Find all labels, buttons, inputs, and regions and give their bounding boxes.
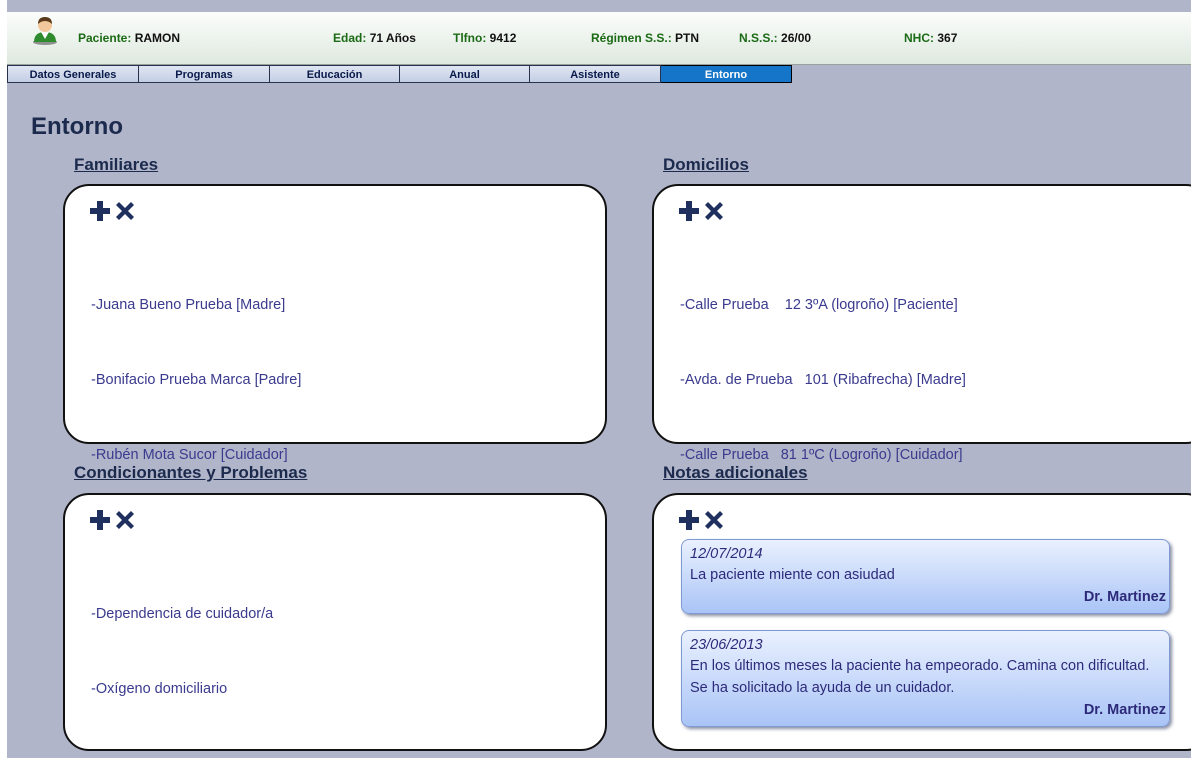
tab-anual[interactable]: Anual xyxy=(400,65,530,83)
age-field: Edad: 71 Años xyxy=(333,31,416,45)
tab-datos-generales[interactable]: Datos Generales xyxy=(7,65,139,83)
tab-asistente[interactable]: Asistente xyxy=(530,65,661,83)
tab-bar: Datos Generales Programas Educación Anua… xyxy=(7,65,792,84)
regime-field: Régimen S.S.: PTN xyxy=(591,31,699,45)
nhc-label: NHC: xyxy=(904,31,934,45)
plus-icon[interactable] xyxy=(678,509,700,531)
age-label: Edad: xyxy=(333,31,367,45)
list-item[interactable]: -Calle Prueba 12 3ºA (logroño) [Paciente… xyxy=(680,293,966,318)
familiares-tools xyxy=(89,200,136,222)
note-author: Dr. Martinez xyxy=(1083,589,1166,605)
notas-panel: 12/07/2014 La paciente miente con asiuda… xyxy=(652,493,1191,751)
x-icon[interactable] xyxy=(114,509,136,531)
nss-field: N.S.S.: 26/00 xyxy=(739,31,811,45)
note-date: 23/06/2013 xyxy=(690,637,763,653)
phone-label: Tlfno: xyxy=(453,31,487,45)
condicionantes-tools xyxy=(89,509,136,531)
plus-icon[interactable] xyxy=(89,200,111,222)
list-item[interactable]: -Juana Bueno Prueba [Madre] xyxy=(91,293,301,318)
plus-icon[interactable] xyxy=(89,509,111,531)
age-value: 71 Años xyxy=(369,31,416,45)
patient-value: RAMON xyxy=(134,31,181,45)
nss-value: 26/00 xyxy=(781,31,812,45)
familiares-title: Familiares xyxy=(74,155,159,174)
domicilios-title: Domicilios xyxy=(663,155,749,174)
page-title: Entorno xyxy=(31,113,123,140)
patient-label: Paciente: xyxy=(78,31,132,45)
nss-label: N.S.S.: xyxy=(739,31,778,45)
phone-value: 9412 xyxy=(489,31,517,45)
phone-field: Tlfno: 9412 xyxy=(453,31,516,45)
list-item[interactable]: -Dependencia de cuidador/a xyxy=(91,602,273,627)
domicilios-panel: -Calle Prueba 12 3ºA (logroño) [Paciente… xyxy=(652,184,1191,463)
condicionantes-list: -Dependencia de cuidador/a -Oxígeno domi… xyxy=(91,552,273,752)
condicionantes-panel: -Dependencia de cuidador/a -Oxígeno domi… xyxy=(63,493,607,751)
x-icon[interactable] xyxy=(114,200,136,222)
plus-icon[interactable] xyxy=(678,200,700,222)
user-avatar-icon xyxy=(32,15,58,45)
x-icon[interactable] xyxy=(703,200,725,222)
tab-programas[interactable]: Programas xyxy=(139,65,270,83)
tab-entorno[interactable]: Entorno xyxy=(661,65,792,83)
patient-header: Paciente: RAMON Edad: 71 Años Tlfno: 941… xyxy=(7,12,1191,65)
note-card[interactable]: 12/07/2014 La paciente miente con asiuda… xyxy=(681,539,1170,614)
note-text: La paciente miente con asiudad xyxy=(690,567,895,583)
x-icon[interactable] xyxy=(703,509,725,531)
list-item[interactable]: -Bonifacio Prueba Marca [Padre] xyxy=(91,368,301,393)
notas-tools xyxy=(678,509,725,531)
domicilios-tools xyxy=(678,200,725,222)
familiares-panel: -Juana Bueno Prueba [Madre] -Bonifacio P… xyxy=(63,184,607,463)
patient-name-field: Paciente: RAMON xyxy=(78,31,180,45)
list-item[interactable]: -Oxígeno domiciliario xyxy=(91,677,273,702)
nhc-field: NHC: 367 xyxy=(904,31,957,45)
note-author: Dr. Martinez xyxy=(1083,702,1166,718)
tab-educacion[interactable]: Educación xyxy=(270,65,400,83)
regime-label: Régimen S.S.: xyxy=(591,31,672,45)
notas-title: Notas adicionales xyxy=(663,463,808,482)
nhc-value: 367 xyxy=(937,31,958,45)
note-date: 12/07/2014 xyxy=(690,546,763,562)
regime-value: PTN xyxy=(675,31,700,45)
list-item[interactable]: -Avda. de Prueba 101 (Ribafrecha) [Madre… xyxy=(680,368,966,393)
note-text: En los últimos meses la paciente ha empe… xyxy=(690,658,1150,696)
condicionantes-title: Condicionantes y Problemas xyxy=(74,463,308,482)
note-card[interactable]: 23/06/2013 En los últimos meses la pacie… xyxy=(681,630,1170,727)
